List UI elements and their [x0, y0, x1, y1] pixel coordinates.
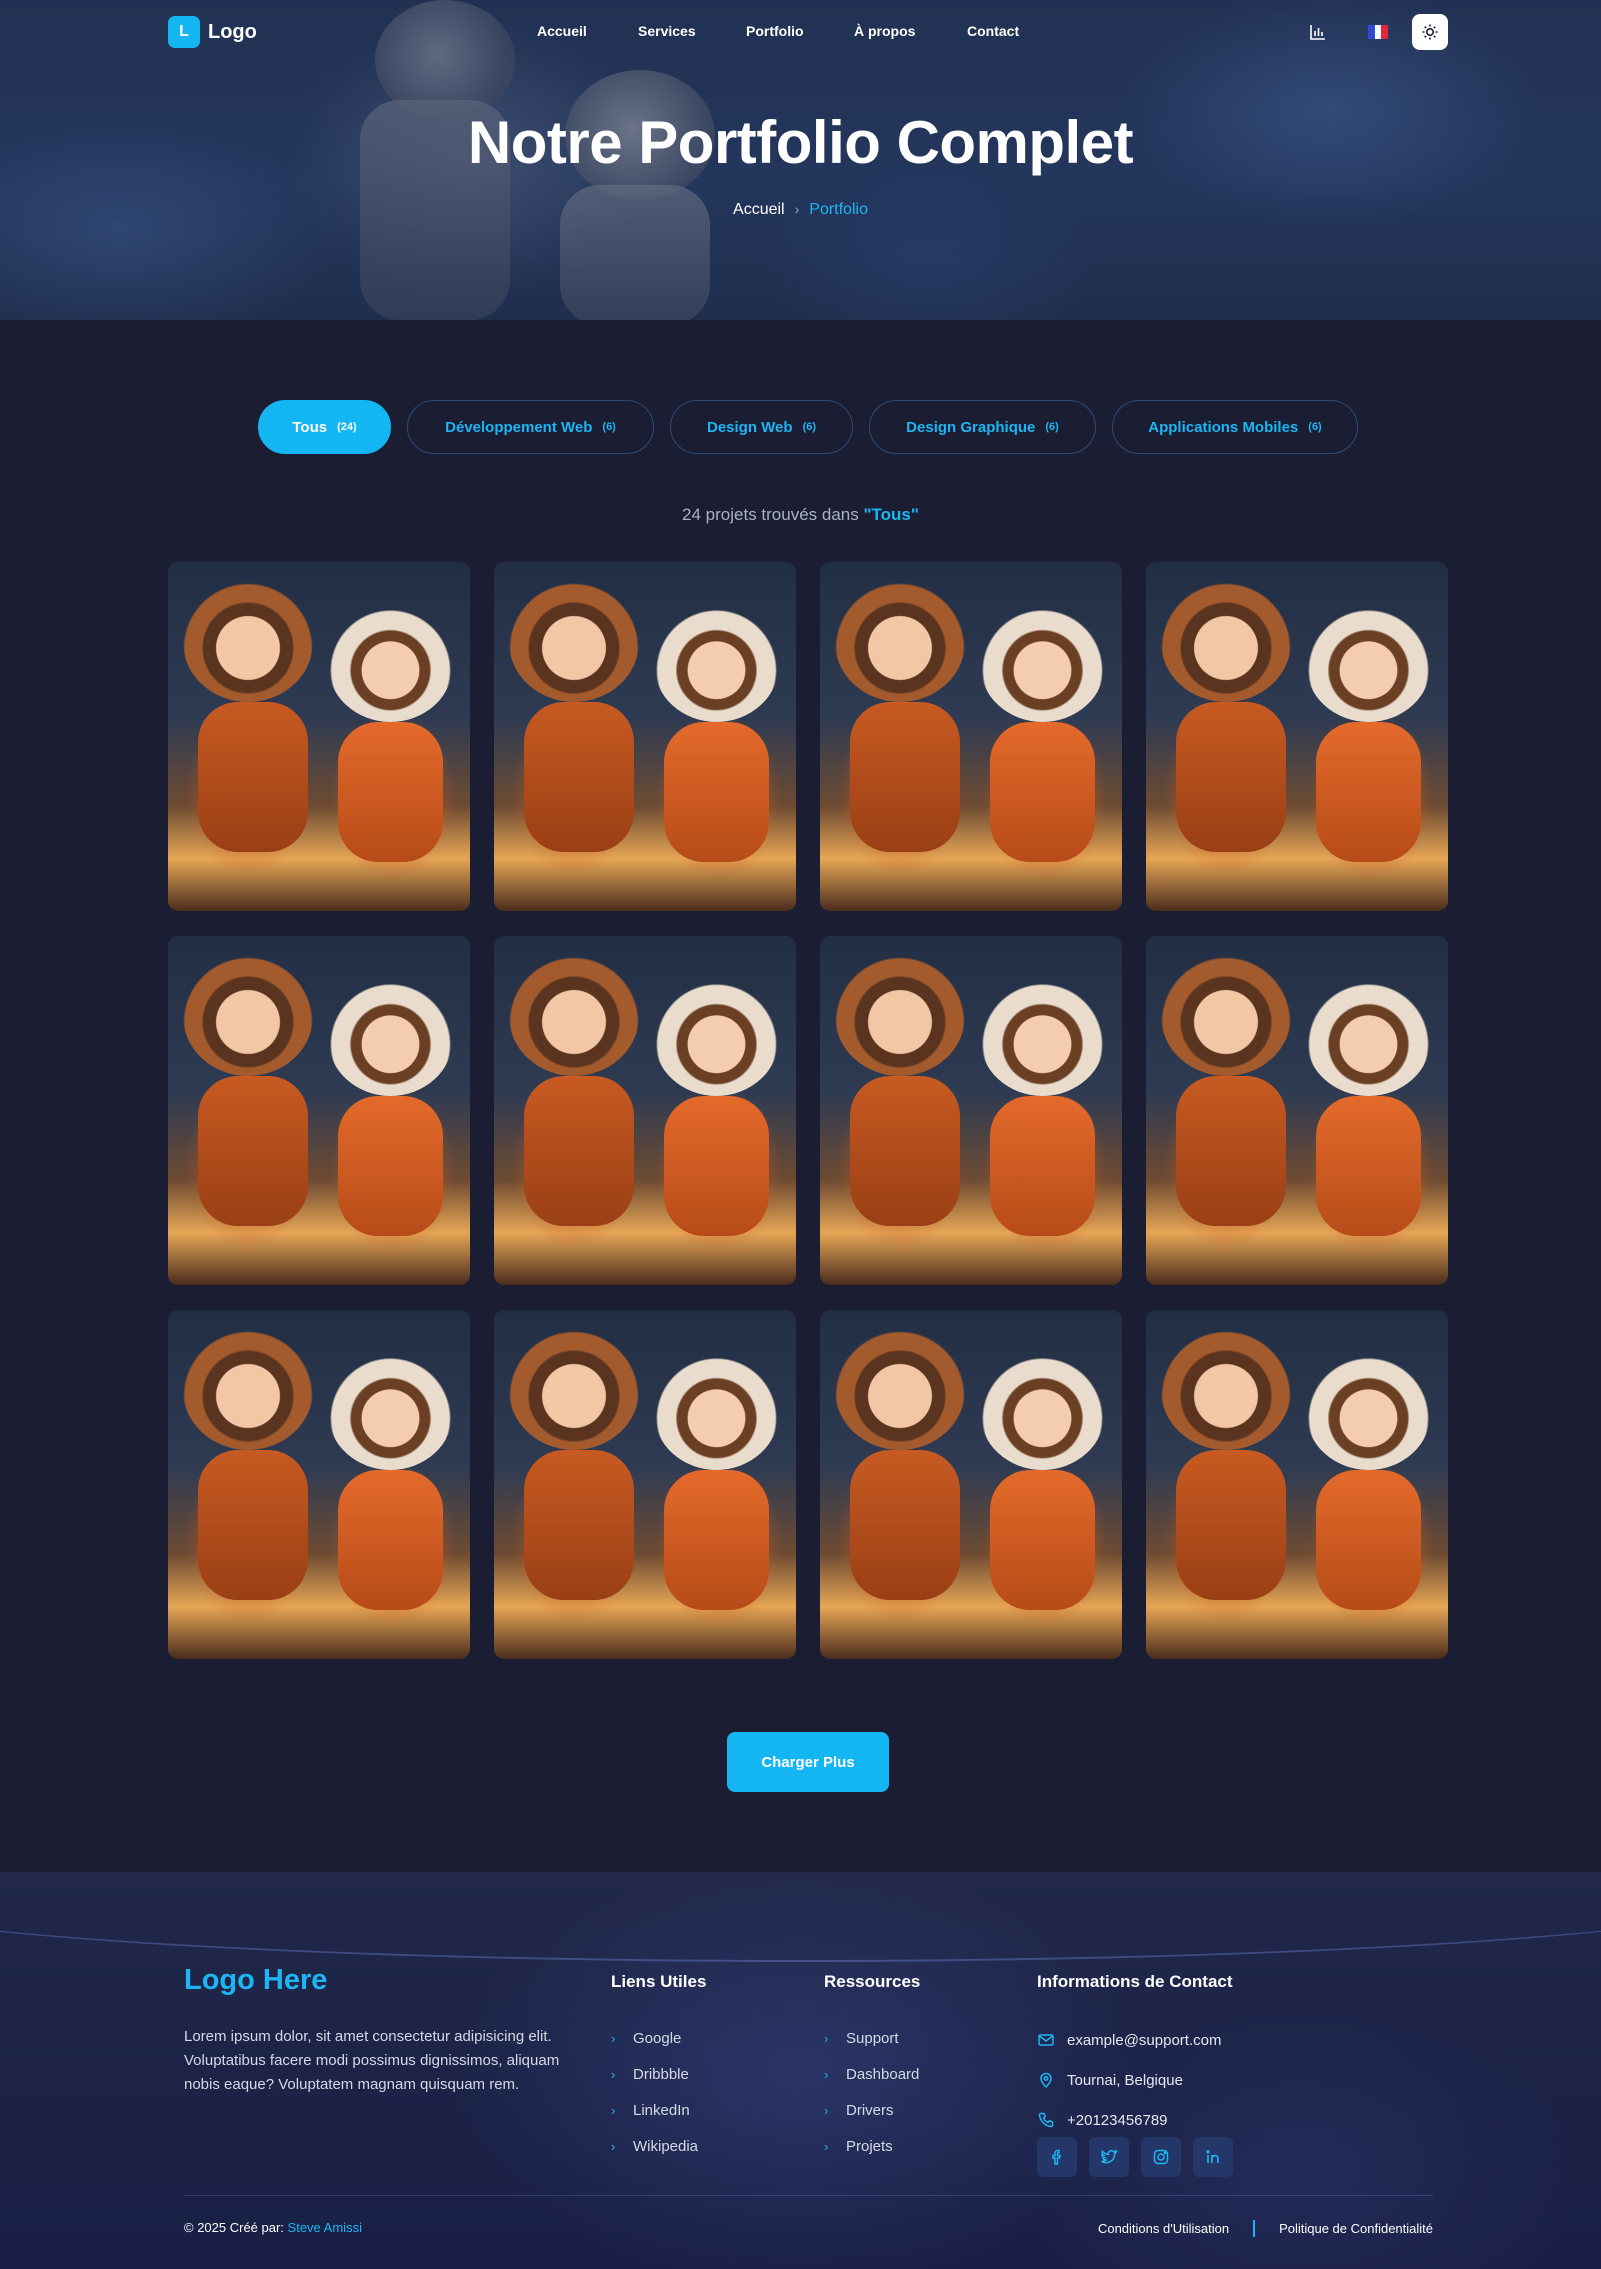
facebook-icon[interactable] [1037, 2137, 1077, 2177]
filter-count: (6) [602, 421, 616, 433]
portfolio-card[interactable] [168, 562, 470, 911]
useful-links-title: Liens Utiles [611, 1972, 707, 1991]
footer-divider [184, 2195, 1433, 2196]
footer-link-projets[interactable]: › Projets [824, 2128, 919, 2164]
footer-link-drivers[interactable]: › Drivers [824, 2092, 919, 2128]
portfolio-card[interactable] [168, 1310, 470, 1659]
author-link[interactable]: Steve Amissi [288, 2220, 362, 2235]
chart-icon[interactable] [1300, 14, 1336, 50]
chevron-right-icon: › [824, 2102, 829, 2118]
chevron-right-icon: › [611, 2102, 616, 2118]
filter-label: Design Web [706, 418, 793, 436]
nav-link-services[interactable]: Services [638, 23, 696, 39]
footer-link-google[interactable]: › Google [611, 2020, 698, 2056]
map-pin-icon [1040, 2072, 1052, 2089]
chevron-right-icon: › [611, 2030, 616, 2046]
filter-tous[interactable]: Tous (24) [258, 400, 391, 454]
category-filters: Tous (24) Développement Web (6) Design Web… [0, 400, 1601, 454]
portfolio-card[interactable] [820, 936, 1122, 1285]
footer-description: Lorem ipsum dolor, sit amet consectetur … [184, 2028, 560, 2093]
filter-developpement-web[interactable]: Développement Web (6) [407, 400, 654, 454]
portfolio-card[interactable] [168, 936, 470, 1285]
mail-icon [1038, 2034, 1054, 2046]
portfolio-card[interactable] [820, 562, 1122, 911]
portfolio-card[interactable] [1146, 1310, 1448, 1659]
filter-count: (24) [337, 421, 357, 433]
breadcrumb-home-link[interactable]: Accueil [733, 201, 785, 218]
site-footer: Logo Here Lorem ipsum dolor, sit amet co… [0, 1872, 1601, 2269]
portfolio-card[interactable] [494, 936, 796, 1285]
chevron-right-icon: › [794, 201, 800, 217]
footer-link-dashboard[interactable]: › Dashboard [824, 2056, 919, 2092]
chevron-right-icon: › [824, 2138, 829, 2154]
filter-label: Tous [292, 418, 328, 436]
nav-link-contact[interactable]: Contact [967, 23, 1019, 39]
chevron-right-icon: › [611, 2066, 616, 2082]
footer-link-dribbble[interactable]: › Dribbble [611, 2056, 698, 2092]
chevron-right-icon: › [611, 2138, 616, 2154]
contact-phone[interactable]: +20123456789 [1037, 2100, 1221, 2140]
resources-title: Ressources [824, 1972, 921, 1991]
filter-count: (6) [802, 421, 817, 433]
filter-applications-mobiles[interactable]: Applications Mobiles (6) [1112, 400, 1358, 454]
chevron-right-icon: › [824, 2066, 829, 2082]
hero-banner: L Logo Accueil Services Portfolio À prop… [0, 0, 1601, 320]
portfolio-card[interactable] [1146, 936, 1448, 1285]
sun-icon[interactable] [1412, 14, 1448, 50]
footer-link-wikipedia[interactable]: › Wikipedia [611, 2128, 698, 2164]
contact-title: Informations de Contact [1037, 1972, 1233, 1991]
page-title: Notre Portfolio Complet [467, 109, 1134, 176]
breadcrumb: Accueil › Portfolio [0, 201, 1601, 219]
portfolio-card[interactable] [820, 1310, 1122, 1659]
portfolio-card[interactable] [494, 1310, 796, 1659]
footer-link-support[interactable]: › Support [824, 2020, 919, 2056]
france-flag-icon[interactable] [1360, 14, 1396, 50]
footer-decoration [0, 1872, 1601, 1962]
legal-links: Conditions d'Utilisation Politique de Co… [1098, 2220, 1433, 2237]
linkedin-icon[interactable] [1193, 2137, 1233, 2177]
social-links [1037, 2137, 1233, 2177]
copyright: © 2025 Créé par: Steve Amissi [184, 2220, 362, 2235]
chevron-right-icon: › [824, 2030, 829, 2046]
filter-label: Applications Mobiles [1148, 418, 1299, 436]
load-more-button[interactable]: Charger Plus [727, 1732, 889, 1792]
nav-link-accueil[interactable]: Accueil [537, 23, 587, 39]
useful-links-list: › Google › Dribbble › LinkedIn › Wikipedia [611, 2020, 698, 2164]
resources-list: › Support › Dashboard › Drivers › Projets [824, 2020, 919, 2164]
nav-link-portfolio[interactable]: Portfolio [746, 23, 804, 39]
filter-design-web[interactable]: Design Web (6) [670, 400, 853, 454]
filter-label: Design Graphique [906, 418, 1036, 436]
portfolio-card[interactable] [1146, 562, 1448, 911]
results-prefix: 24 projets trouvés dans [682, 505, 859, 524]
filter-count: (6) [1045, 421, 1059, 433]
footer-logo[interactable]: Logo Here [184, 1964, 327, 1997]
contact-email[interactable]: example@support.com [1037, 2020, 1221, 2060]
nav-link-a-propos[interactable]: À propos [854, 23, 915, 39]
legal-divider [1253, 2220, 1256, 2237]
twitter-icon[interactable] [1089, 2137, 1129, 2177]
filter-label: Développement Web [445, 418, 593, 436]
instagram-icon[interactable] [1141, 2137, 1181, 2177]
filter-count: (6) [1308, 421, 1322, 433]
portfolio-card[interactable] [494, 562, 796, 911]
top-navbar: L Logo Accueil Services Portfolio À prop… [0, 0, 1601, 64]
contact-info: example@support.com Tournai, Belgique +2… [1037, 2020, 1221, 2140]
privacy-link[interactable]: Politique de Confidentialité [1279, 2221, 1433, 2236]
results-category: "Tous" [863, 505, 919, 524]
terms-link[interactable]: Conditions d'Utilisation [1098, 2221, 1229, 2236]
contact-location: Tournai, Belgique [1037, 2060, 1221, 2100]
footer-link-linkedin[interactable]: › LinkedIn [611, 2092, 698, 2128]
breadcrumb-current: Portfolio [809, 201, 868, 218]
phone-icon [1038, 2112, 1054, 2128]
filter-design-graphique[interactable]: Design Graphique (6) [869, 400, 1096, 454]
results-count: 24 projets trouvés dans "Tous" [0, 505, 1601, 525]
